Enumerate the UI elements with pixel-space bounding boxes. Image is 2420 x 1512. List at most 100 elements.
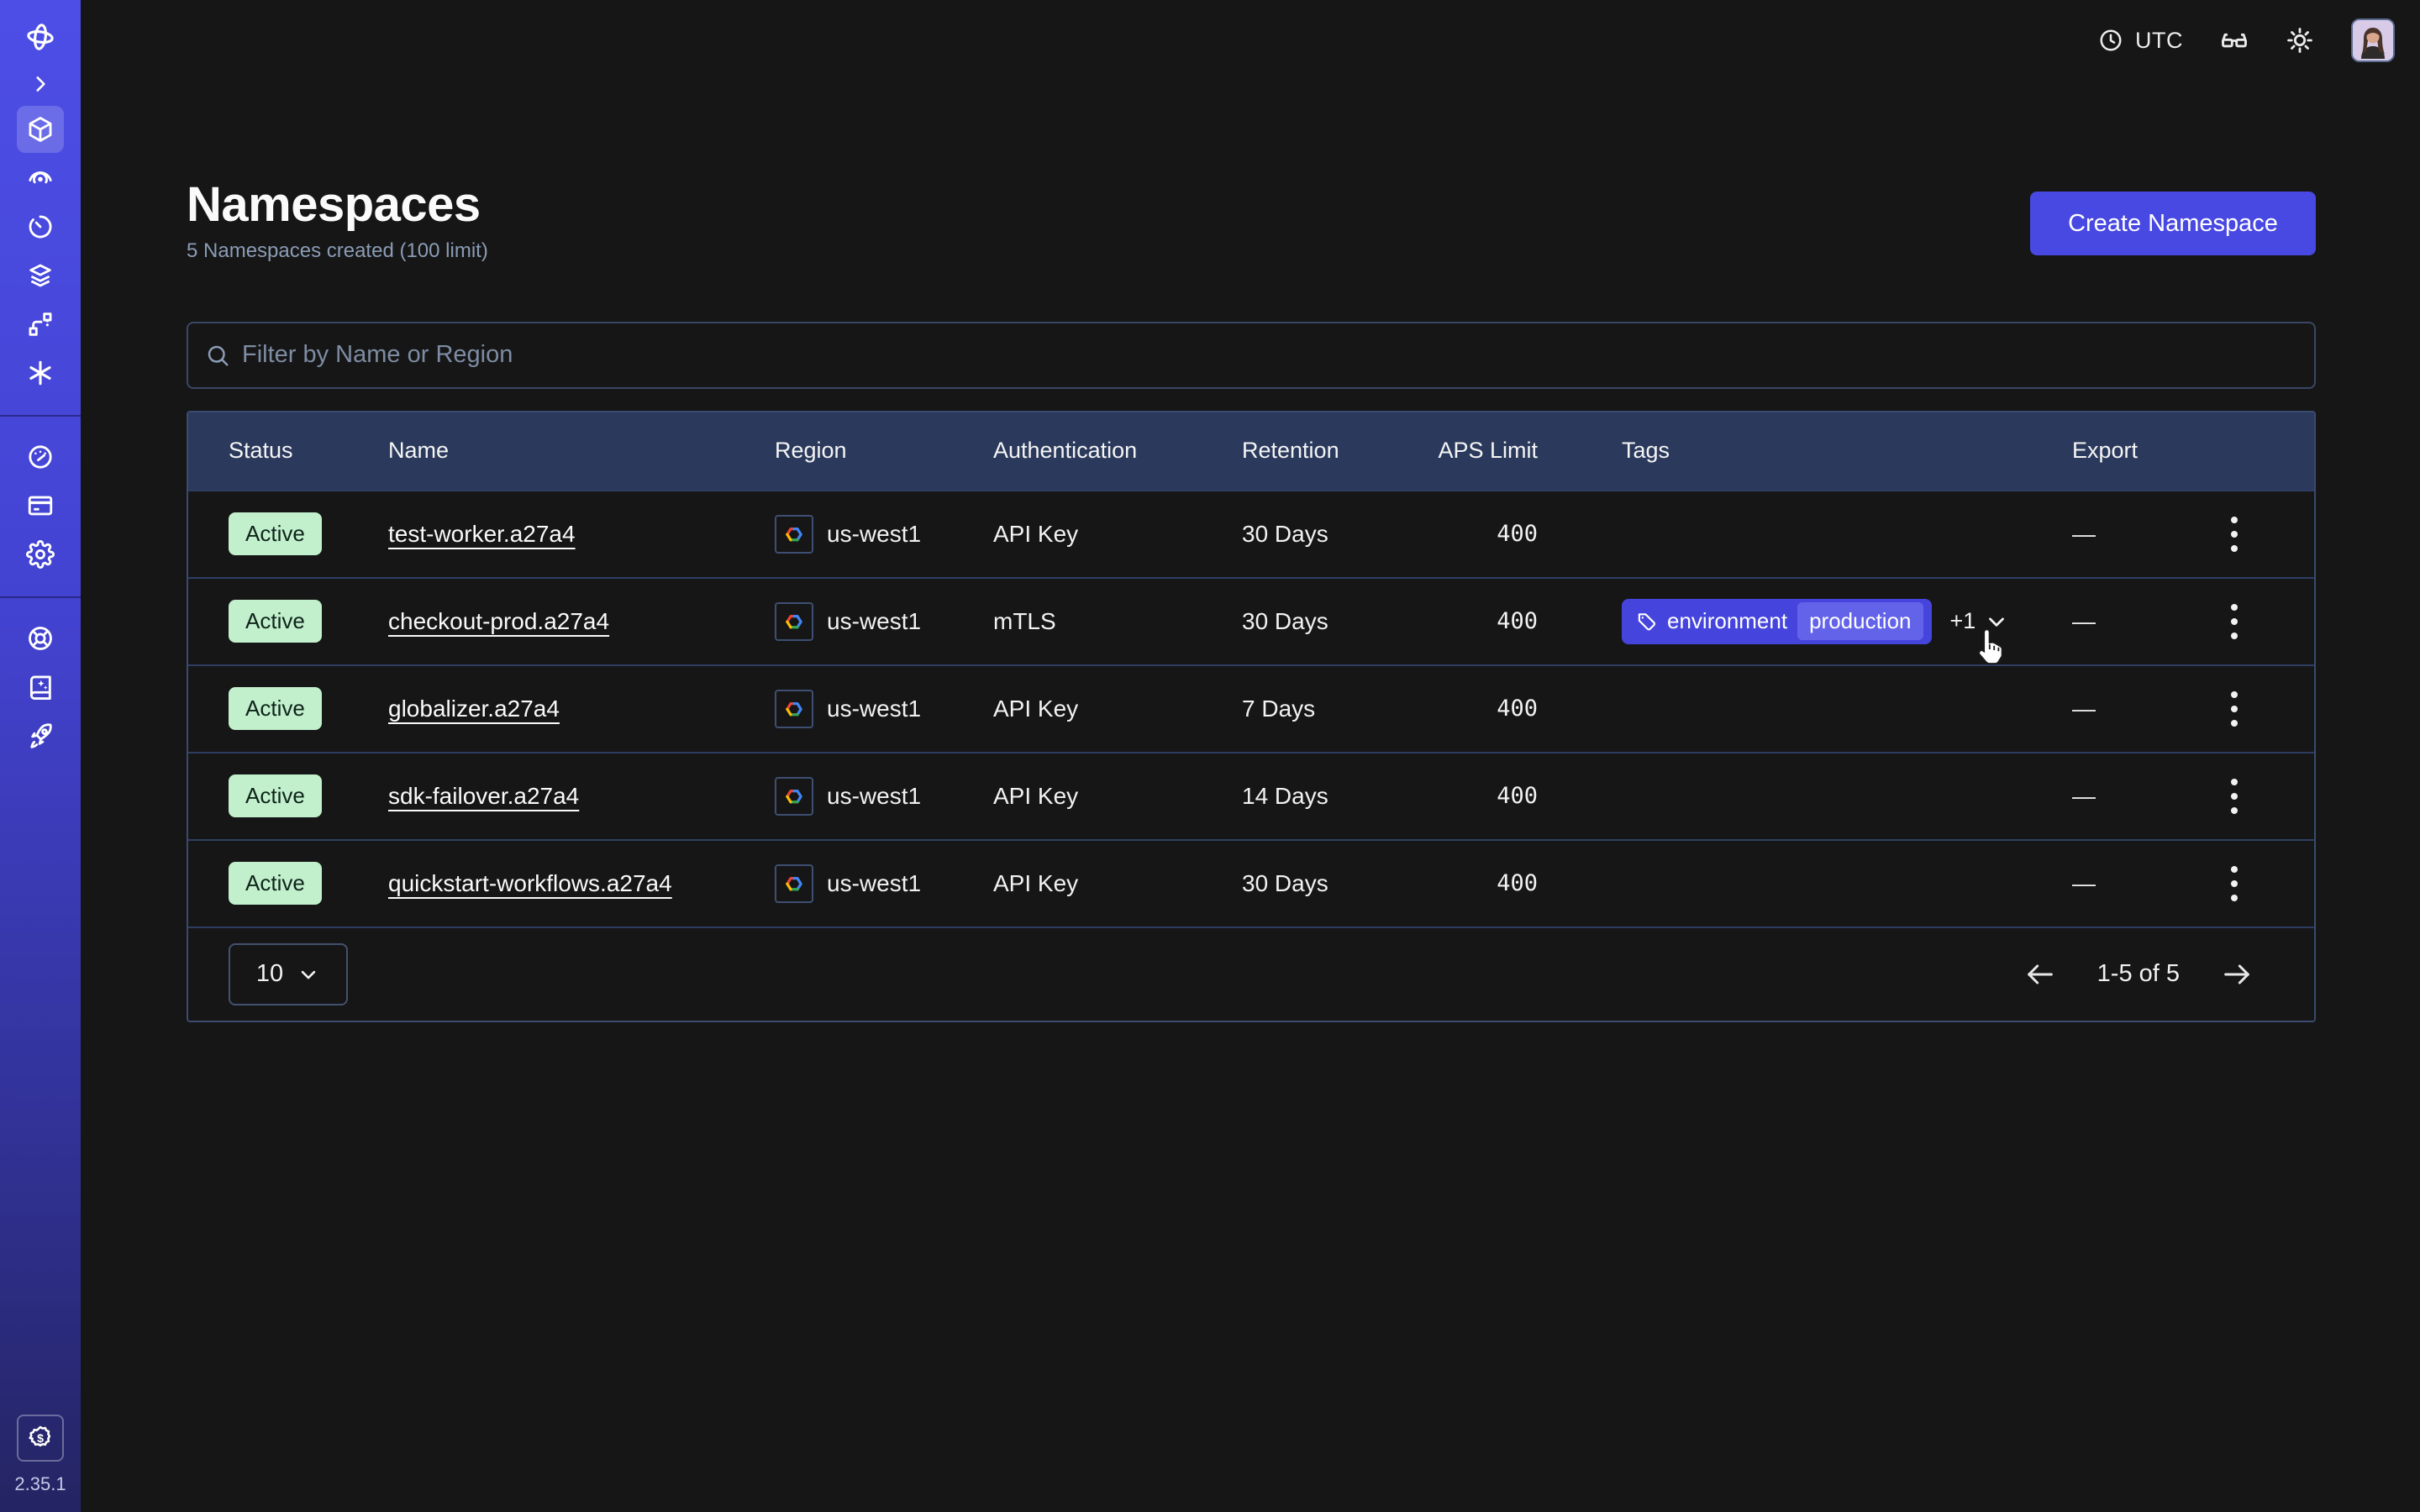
lifebuoy-icon: [26, 624, 55, 653]
table-row: Active quickstart-workflows.a27a4 us-wes…: [188, 839, 2314, 927]
sidebar: $ 2.35.1: [0, 0, 81, 1512]
sidebar-item-nexus[interactable]: [17, 349, 64, 396]
chevron-right-icon: [29, 73, 51, 95]
namespaces-table: Status Name Region Authentication Retent…: [187, 411, 2316, 1022]
auth-label: API Key: [993, 521, 1242, 548]
region-label: us-west1: [827, 696, 921, 722]
svg-text:$: $: [37, 1432, 44, 1446]
labs-toggle-button[interactable]: [2220, 26, 2249, 55]
col-aps-limit: APS Limit: [1434, 438, 1538, 464]
retention-label: 30 Days: [1242, 608, 1434, 635]
sidebar-item-support[interactable]: [17, 615, 64, 662]
col-export: Export: [2072, 438, 2175, 464]
status-badge: Active: [229, 512, 322, 555]
auth-label: API Key: [993, 783, 1242, 810]
retention-label: 14 Days: [1242, 783, 1434, 810]
arrow-left-icon: [2023, 958, 2057, 991]
clock-icon: [2098, 28, 2123, 53]
region-label: us-west1: [827, 608, 921, 635]
export-value: —: [2072, 870, 2175, 897]
export-value: —: [2072, 696, 2175, 722]
gcp-cloud-icon: [775, 515, 813, 554]
namespace-link[interactable]: sdk-failover.a27a4: [388, 783, 579, 809]
col-retention: Retention: [1242, 438, 1434, 464]
tag-icon: [1635, 611, 1657, 633]
tag-pill[interactable]: environment production: [1622, 599, 1932, 644]
row-actions-menu-button[interactable]: [2223, 858, 2246, 910]
namespace-link[interactable]: checkout-prod.a27a4: [388, 608, 609, 634]
table-row: Active globalizer.a27a4 us-west1 API Key…: [188, 664, 2314, 752]
region-label: us-west1: [827, 870, 921, 897]
theme-toggle-button[interactable]: [2286, 26, 2314, 55]
region-label: us-west1: [827, 783, 921, 810]
tag-key: environment: [1667, 608, 1787, 634]
page-size-value: 10: [256, 960, 283, 988]
gcp-cloud-icon: [775, 602, 813, 641]
filter-bar: [187, 322, 2316, 389]
table-header-row: Status Name Region Authentication Retent…: [188, 412, 2314, 490]
gauge-icon: [26, 443, 55, 471]
sidebar-item-schedules[interactable]: [17, 203, 64, 250]
page-title: Namespaces: [187, 178, 488, 233]
arrow-right-icon: [2220, 958, 2254, 991]
namespace-link[interactable]: quickstart-workflows.a27a4: [388, 870, 672, 896]
dollar-badge-icon: $: [26, 1424, 55, 1452]
aps-limit-value: 400: [1434, 608, 1538, 634]
timezone-selector[interactable]: UTC: [2098, 28, 2183, 54]
temporal-logo[interactable]: [17, 12, 64, 62]
gcp-cloud-icon: [775, 777, 813, 816]
topbar: UTC: [81, 0, 2420, 81]
region-label: us-west1: [827, 521, 921, 548]
user-avatar[interactable]: [2351, 18, 2395, 62]
timer-icon: [26, 213, 55, 241]
aps-limit-value: 400: [1434, 696, 1538, 722]
page-size-select[interactable]: 10: [229, 943, 348, 1005]
previous-page-button[interactable]: [2023, 958, 2057, 991]
expand-sidebar-button[interactable]: [17, 64, 64, 104]
sidebar-divider: [0, 415, 81, 417]
row-actions-menu-button[interactable]: [2223, 770, 2246, 822]
row-actions-menu-button[interactable]: [2223, 508, 2246, 560]
tags-expand-button[interactable]: +1: [1950, 608, 2010, 634]
sidebar-item-docs[interactable]: [17, 664, 64, 711]
aps-limit-value: 400: [1434, 783, 1538, 809]
sidebar-item-batch[interactable]: [17, 252, 64, 299]
row-actions-menu-button[interactable]: [2223, 596, 2246, 648]
filter-input[interactable]: [242, 341, 2297, 369]
tag-value: production: [1797, 602, 1923, 640]
monitor-eye-icon: [26, 164, 55, 192]
status-badge: Active: [229, 600, 322, 643]
sidebar-item-getting-started[interactable]: [17, 712, 64, 759]
gcp-cloud-icon: [775, 864, 813, 903]
namespace-link[interactable]: test-worker.a27a4: [388, 521, 576, 547]
timezone-label: UTC: [2135, 28, 2183, 54]
pricing-calculator-button[interactable]: $: [17, 1415, 64, 1462]
sidebar-item-namespaces[interactable]: [17, 106, 64, 153]
export-value: —: [2072, 783, 2175, 810]
cube-icon: [26, 115, 55, 144]
next-page-button[interactable]: [2220, 958, 2254, 991]
aps-limit-value: 400: [1434, 870, 1538, 896]
status-badge: Active: [229, 687, 322, 730]
tags-more-count: +1: [1950, 608, 1976, 634]
glasses-icon: [2220, 26, 2249, 55]
asterisk-icon: [26, 359, 55, 387]
aps-limit-value: 400: [1434, 521, 1538, 547]
sidebar-item-settings[interactable]: [17, 531, 64, 578]
namespace-link[interactable]: globalizer.a27a4: [388, 696, 560, 722]
sidebar-bottom: $ 2.35.1: [14, 1415, 66, 1512]
chevron-down-icon: [297, 963, 320, 986]
page-header: Namespaces 5 Namespaces created (100 lim…: [187, 178, 2316, 263]
create-namespace-button[interactable]: Create Namespace: [2030, 192, 2316, 255]
sidebar-item-deployments[interactable]: [17, 301, 64, 348]
sidebar-divider: [0, 596, 81, 598]
retention-label: 30 Days: [1242, 521, 1434, 548]
export-value: —: [2072, 521, 2175, 548]
row-actions-menu-button[interactable]: [2223, 683, 2246, 735]
sidebar-item-monitoring[interactable]: [17, 155, 64, 202]
sidebar-item-usage[interactable]: [17, 433, 64, 480]
table-row: Active test-worker.a27a4 us-west1 API Ke…: [188, 490, 2314, 577]
app-version: 2.35.1: [14, 1473, 66, 1495]
col-tags: Tags: [1538, 438, 2072, 464]
sidebar-item-billing[interactable]: [17, 482, 64, 529]
